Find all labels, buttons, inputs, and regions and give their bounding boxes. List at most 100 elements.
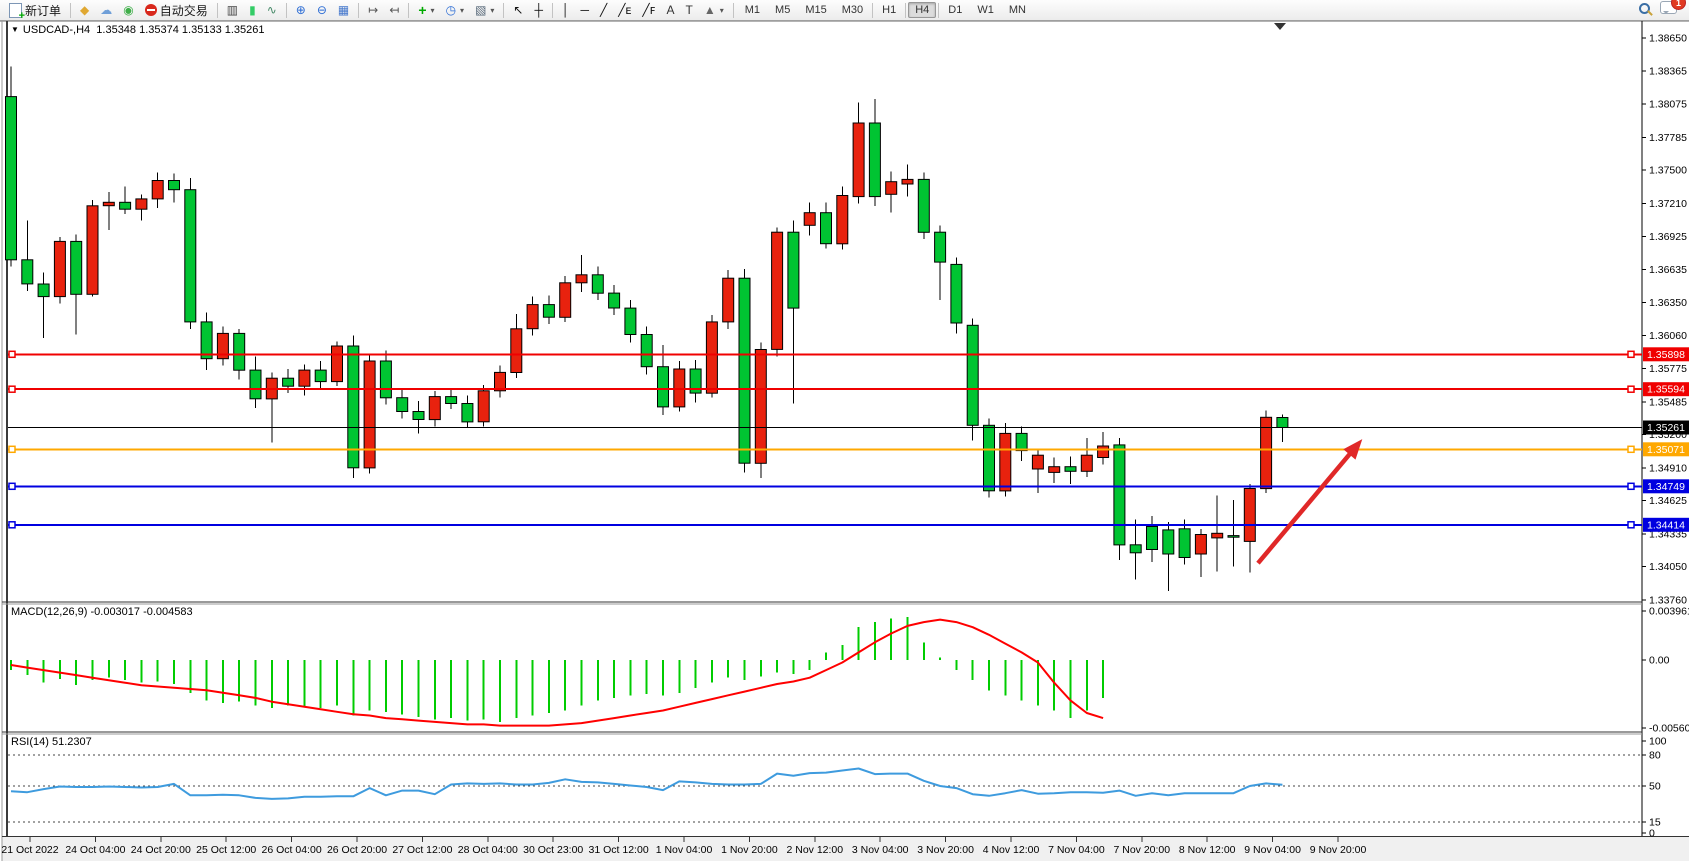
symbol-period-label: USDCAD-,H4 [23, 24, 90, 36]
crosshair-button[interactable]: ┼ [529, 0, 548, 20]
autotrade-button[interactable]: 自动交易 [140, 0, 213, 20]
svg-text:9 Nov 20:00: 9 Nov 20:00 [1310, 844, 1367, 856]
chevron-down-icon: ▾ [490, 6, 494, 15]
timeframe-button-d1[interactable]: D1 [941, 2, 969, 18]
publish-button[interactable]: ☁ [95, 0, 117, 20]
timeframe-button-m5[interactable]: M5 [768, 2, 797, 18]
indicators-button[interactable]: +▾ [413, 0, 439, 20]
timeframe-button-m30[interactable]: M30 [835, 2, 870, 18]
chart-shift-button[interactable]: ↤ [384, 0, 404, 20]
svg-text:1.37785: 1.37785 [1649, 132, 1687, 144]
timeframe-button-m15[interactable]: M15 [798, 2, 833, 18]
autotrade-icon [145, 4, 157, 16]
ohlc-values: 1.35348 1.35374 1.35133 1.35261 [96, 24, 264, 36]
svg-text:8 Nov 12:00: 8 Nov 12:00 [1179, 844, 1236, 856]
channel-button[interactable]: ╱ᴇ [613, 0, 636, 20]
svg-text:1.34749: 1.34749 [1647, 481, 1685, 493]
auto-scroll-button[interactable]: ↦ [363, 0, 383, 20]
main-toolbar: 新订单◆☁◉自动交易▥▮∿⊕⊖▦↦↤+▾◷▾▧▾↖┼│─╱╱ᴇ╱ꜰAT▲▾M1M… [0, 0, 1689, 21]
svg-text:25 Oct 12:00: 25 Oct 12:00 [196, 844, 256, 856]
svg-text:0.00: 0.00 [1649, 655, 1670, 667]
svg-text:100: 100 [1649, 736, 1667, 748]
templates-button[interactable]: ▧▾ [470, 0, 499, 20]
toolbar-separator [70, 3, 71, 18]
toolbar-separator [358, 3, 359, 18]
text-button[interactable]: A [661, 0, 679, 20]
svg-text:27 Oct 12:00: 27 Oct 12:00 [392, 844, 452, 856]
candle-chart-button[interactable]: ▮ [244, 0, 261, 20]
timeframe-button-m1[interactable]: M1 [738, 2, 767, 18]
trendline-button[interactable]: ╱ [595, 0, 612, 20]
svg-text:1.36350: 1.36350 [1649, 297, 1687, 309]
cursor-icon: ↖ [513, 4, 523, 16]
svg-text:4 Nov 12:00: 4 Nov 12:00 [983, 844, 1040, 856]
svg-text:21 Oct 2022: 21 Oct 2022 [1, 844, 58, 856]
toolbar-separator [217, 3, 218, 18]
timeframe-button-mn[interactable]: MN [1002, 2, 1033, 18]
toolbar-separator [905, 3, 906, 18]
svg-text:1.35594: 1.35594 [1647, 384, 1685, 396]
macd-indicator-label: MACD(12,26,9) -0.003017 -0.004583 [11, 606, 193, 618]
zoom-out-button[interactable]: ⊖ [312, 0, 332, 20]
zoom-out-icon: ⊖ [317, 4, 327, 16]
svg-text:26 Oct 04:00: 26 Oct 04:00 [262, 844, 322, 856]
rsi-value: 51.2307 [52, 736, 92, 748]
autotrade-button-label: 自动交易 [160, 2, 208, 19]
candle-chart-icon: ▮ [249, 4, 256, 16]
svg-text:7 Nov 04:00: 7 Nov 04:00 [1048, 844, 1105, 856]
signal-icon: ◉ [123, 4, 133, 16]
cursor-button[interactable]: ↖ [508, 0, 528, 20]
text-a-icon: A [666, 4, 674, 16]
svg-text:2 Nov 12:00: 2 Nov 12:00 [786, 844, 843, 856]
svg-text:24 Oct 20:00: 24 Oct 20:00 [131, 844, 191, 856]
crosshair-icon: ┼ [534, 4, 543, 16]
bar-chart-button[interactable]: ▥ [222, 0, 243, 20]
svg-text:1.36635: 1.36635 [1649, 264, 1687, 276]
svg-text:0.003961: 0.003961 [1649, 606, 1689, 618]
new-order-button[interactable]: 新订单 [4, 0, 66, 20]
signals-button[interactable]: ◉ [118, 0, 138, 20]
tile-windows-button[interactable]: ▦ [333, 0, 354, 20]
cloud-icon: ☁ [100, 4, 112, 16]
toolbar-separator [286, 3, 287, 18]
search-icon[interactable] [1639, 3, 1652, 17]
svg-text:1.35071: 1.35071 [1647, 444, 1685, 456]
fibo-icon: ╱ꜰ [642, 4, 655, 16]
new-order-button-label: 新订单 [25, 2, 61, 19]
template-icon: ▧ [475, 4, 486, 16]
styler-button[interactable]: ◆ [75, 0, 94, 20]
svg-text:30 Oct 23:00: 30 Oct 23:00 [523, 844, 583, 856]
periods-button[interactable]: ◷▾ [441, 0, 470, 20]
chart-scroll-icon: ↦ [368, 4, 378, 16]
toolbar-right-group: 1 [1639, 1, 1685, 19]
svg-text:1.35485: 1.35485 [1649, 396, 1687, 408]
rsi-indicator-label: RSI(14) 51.2307 [11, 736, 92, 748]
svg-text:1.38365: 1.38365 [1649, 65, 1687, 77]
svg-text:28 Oct 04:00: 28 Oct 04:00 [458, 844, 518, 856]
toolbar-separator [408, 3, 409, 18]
svg-text:9 Nov 04:00: 9 Nov 04:00 [1244, 844, 1301, 856]
zoom-in-icon: ⊕ [296, 4, 306, 16]
svg-text:1.35261: 1.35261 [1647, 422, 1685, 434]
vline-button[interactable]: │ [557, 0, 575, 20]
chart-menu-icon[interactable]: ▼ [11, 25, 19, 34]
chart-canvas[interactable]: 1.386501.383651.380751.377851.375001.372… [0, 0, 1689, 861]
timeframe-button-h4[interactable]: H4 [908, 2, 936, 18]
chevron-down-icon: ▾ [720, 6, 724, 15]
fibo-button[interactable]: ╱ꜰ [637, 0, 660, 20]
zoom-in-button[interactable]: ⊕ [291, 0, 311, 20]
hline-button[interactable]: ─ [576, 0, 595, 20]
timeframe-button-h1[interactable]: H1 [875, 2, 903, 18]
svg-text:1.38650: 1.38650 [1649, 33, 1687, 45]
shapes-icon: ▲ [704, 4, 716, 16]
svg-text:3 Nov 04:00: 3 Nov 04:00 [852, 844, 909, 856]
macd-title: MACD(12,26,9) [11, 606, 87, 618]
text-label-icon: T [686, 4, 693, 16]
bucket-icon: ◆ [80, 4, 89, 16]
shapes-button[interactable]: ▲▾ [699, 0, 729, 20]
timeframe-button-w1[interactable]: W1 [970, 2, 1001, 18]
line-chart-button[interactable]: ∿ [262, 0, 282, 20]
svg-text:3 Nov 20:00: 3 Nov 20:00 [917, 844, 974, 856]
label-button[interactable]: T [681, 0, 698, 20]
trendline-icon: ╱ [600, 4, 607, 16]
